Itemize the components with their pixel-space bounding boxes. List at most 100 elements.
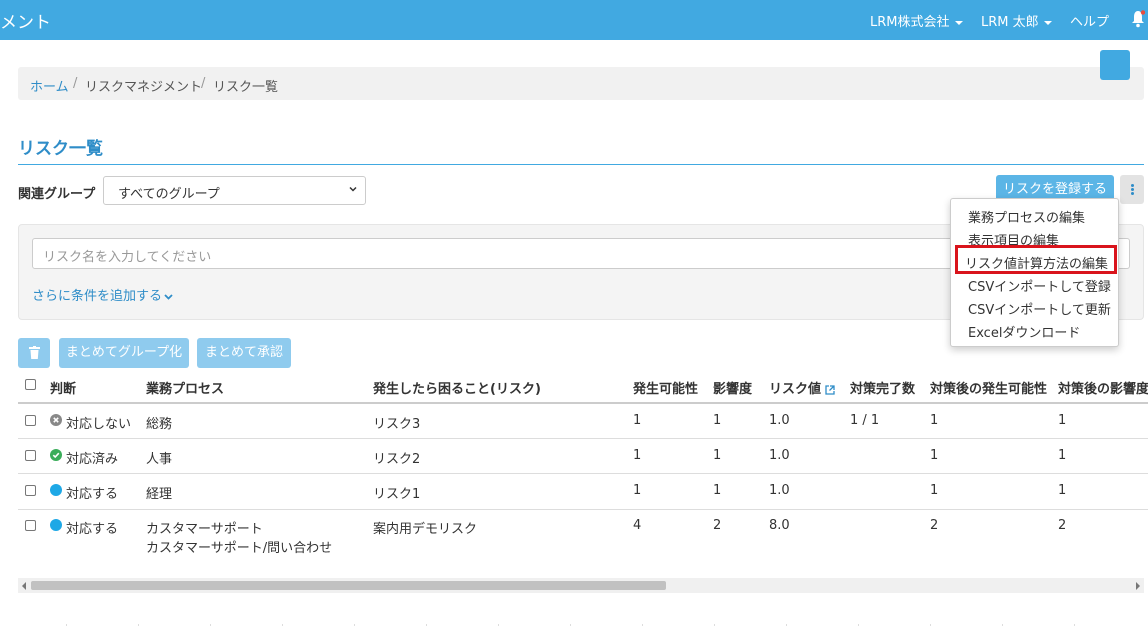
group-label: 関連グループ (18, 187, 96, 202)
row-checkbox[interactable] (25, 485, 36, 496)
title-divider (18, 164, 1144, 165)
process-subcell: カスタマーサポート/問い合わせ (146, 541, 333, 556)
help-link[interactable]: ヘルプ (1070, 11, 1109, 30)
kebab-menu-button[interactable] (1120, 175, 1144, 204)
chevron-down-icon (164, 294, 173, 300)
after-impact-cell: 1 (1058, 483, 1067, 498)
menu-item-csv-import-register[interactable]: CSVインポートして登録 (968, 276, 1111, 295)
menu-item-excel-download[interactable]: Excelダウンロード (968, 322, 1080, 341)
breadcrumb-section: リスクマネジメント (85, 80, 203, 95)
table-header-divider (18, 402, 1148, 404)
caret-down-icon (954, 20, 963, 25)
status-label: 対応済み (66, 452, 119, 467)
after-impact-cell: 2 (1058, 518, 1067, 533)
kebab-dot (1131, 192, 1134, 195)
after-likelihood-cell: 1 (930, 413, 939, 428)
group-together-button[interactable]: まとめてグループ化 (59, 338, 189, 368)
column-header-risk[interactable]: 発生したら困ること(リスク) (373, 378, 541, 397)
external-link-icon[interactable] (825, 384, 835, 395)
group-select-value: すべてのグループ (118, 187, 220, 202)
breadcrumb: ホーム / リスクマネジメント / リスク一覧 (18, 67, 1144, 100)
risk-value-label: リスク値 (769, 382, 822, 397)
bell-icon[interactable] (1131, 10, 1145, 28)
risk-name-link[interactable]: リスク2 (373, 448, 420, 467)
process-cell: 人事 (146, 452, 173, 467)
impact-cell: 1 (713, 483, 722, 498)
group-select[interactable]: すべてのグループ (103, 176, 366, 205)
breadcrumb-separator: / (201, 76, 206, 91)
search-button[interactable] (1100, 50, 1130, 80)
breadcrumb-home[interactable]: ホーム (30, 76, 69, 95)
status-label: 対応する (66, 487, 119, 502)
x-circle-icon (50, 414, 62, 426)
company-dropdown[interactable]: LRM株式会社 (870, 11, 963, 30)
risk-name-link[interactable]: 案内用デモリスク (373, 518, 477, 537)
after-likelihood-cell: 1 (930, 448, 939, 463)
scroll-left-arrow-icon[interactable] (22, 582, 26, 590)
likelihood-cell: 4 (633, 518, 642, 533)
risk-value-cell: 1.0 (769, 483, 790, 498)
approve-together-button[interactable]: まとめて承認 (197, 338, 291, 368)
user-label: LRM 太郎 (981, 15, 1039, 30)
breadcrumb-current: リスク一覧 (213, 80, 279, 95)
column-header-judgement[interactable]: 判断 (50, 378, 76, 397)
column-header-risk-value[interactable]: リスク値 (769, 378, 835, 397)
company-label: LRM株式会社 (870, 15, 950, 30)
column-header-completed[interactable]: 対策完了数 (850, 378, 915, 397)
risk-value-cell: 1.0 (769, 448, 790, 463)
user-dropdown[interactable]: LRM 太郎 (981, 11, 1052, 30)
search-placeholder: リスク名を入力してください (43, 250, 212, 265)
highlight-box (955, 245, 1117, 274)
page-title: リスク一覧 (18, 139, 103, 159)
select-all-checkbox[interactable] (25, 379, 36, 390)
process-cell: カスタマーサポート (146, 522, 263, 537)
risk-value-cell: 1.0 (769, 413, 790, 428)
row-divider (18, 438, 1148, 439)
after-impact-cell: 1 (1058, 448, 1067, 463)
check-circle-icon (50, 449, 62, 461)
after-likelihood-cell: 2 (930, 518, 939, 533)
scroll-right-arrow-icon[interactable] (1136, 582, 1140, 590)
kebab-dot (1131, 184, 1134, 187)
column-header-impact[interactable]: 影響度 (713, 378, 752, 397)
top-navbar: メント LRM株式会社 LRM 太郎 ヘルプ (0, 0, 1148, 40)
row-divider (18, 473, 1148, 474)
status-label: 対応しない (66, 417, 132, 432)
row-checkbox[interactable] (25, 415, 36, 426)
likelihood-cell: 1 (633, 448, 642, 463)
completed-cell: 1 / 1 (850, 413, 880, 428)
row-checkbox[interactable] (25, 450, 36, 461)
risk-name-link[interactable]: リスク3 (373, 413, 420, 432)
impact-cell: 1 (713, 448, 722, 463)
status-label: 対応する (66, 522, 119, 537)
add-condition-link[interactable]: さらに条件を追加する (32, 285, 173, 304)
column-header-likelihood[interactable]: 発生可能性 (633, 378, 698, 397)
menu-item-csv-import-update[interactable]: CSVインポートして更新 (968, 299, 1111, 318)
column-header-after-impact[interactable]: 対策後の影響度 (1058, 378, 1148, 397)
column-header-process[interactable]: 業務プロセス (146, 378, 224, 397)
kebab-dot (1131, 188, 1134, 191)
risk-value-cell: 8.0 (769, 518, 790, 533)
menu-item-edit-process[interactable]: 業務プロセスの編集 (968, 207, 1085, 226)
chevron-down-icon (349, 186, 357, 192)
after-likelihood-cell: 1 (930, 483, 939, 498)
risk-name-link[interactable]: リスク1 (373, 483, 420, 502)
circle-icon (50, 484, 62, 496)
breadcrumb-separator: / (73, 76, 78, 91)
process-cell: 経理 (146, 487, 173, 502)
horizontal-scrollbar[interactable] (18, 578, 1144, 593)
impact-cell: 1 (713, 413, 722, 428)
impact-cell: 2 (713, 518, 722, 533)
column-header-after-likelihood[interactable]: 対策後の発生可能性 (930, 378, 1047, 397)
row-checkbox[interactable] (25, 520, 36, 531)
circle-icon (50, 519, 62, 531)
trash-icon (29, 346, 40, 359)
app-brand[interactable]: メント (0, 8, 51, 33)
caret-down-icon (1043, 20, 1052, 25)
row-divider (18, 509, 1148, 510)
scrollbar-thumb[interactable] (31, 581, 666, 590)
after-impact-cell: 1 (1058, 413, 1067, 428)
likelihood-cell: 1 (633, 483, 642, 498)
likelihood-cell: 1 (633, 413, 642, 428)
delete-button[interactable] (18, 338, 50, 368)
